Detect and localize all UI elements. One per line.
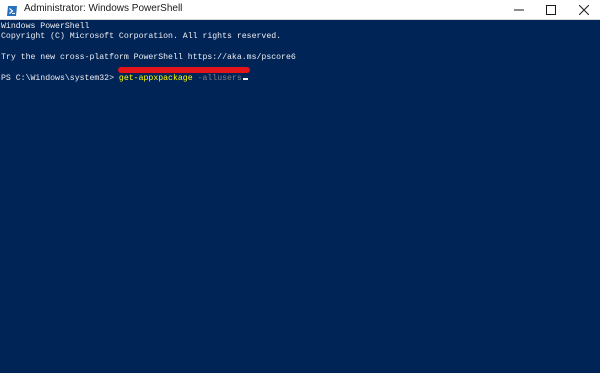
console-info-line: Try the new cross-platform PowerShell ht… — [1, 53, 296, 62]
red-highlight-underline — [118, 67, 250, 73]
title-bar[interactable]: Administrator: Windows PowerShell — [0, 0, 600, 20]
close-button[interactable] — [568, 0, 600, 19]
powershell-window: Administrator: Windows PowerShell Window… — [0, 0, 600, 373]
console-prompt: PS C:\Windows\system32> — [1, 74, 119, 83]
text-cursor — [242, 78, 248, 80]
minimize-icon — [514, 9, 524, 11]
maximize-button[interactable] — [535, 0, 567, 19]
window-title: Administrator: Windows PowerShell — [24, 3, 183, 14]
close-icon — [579, 5, 589, 15]
powershell-icon — [6, 4, 18, 16]
console-copyright-line: Copyright (C) Microsoft Corporation. All… — [1, 32, 282, 41]
console-input-line[interactable]: PS C:\Windows\system32> get-appxpackage … — [1, 74, 248, 85]
parameter-text: -allusers — [192, 74, 242, 83]
command-text: get-appxpackage — [118, 74, 193, 83]
minimize-button[interactable] — [503, 0, 535, 19]
maximize-icon — [546, 5, 556, 15]
console-output[interactable]: Windows PowerShell Copyright (C) Microso… — [0, 20, 600, 373]
